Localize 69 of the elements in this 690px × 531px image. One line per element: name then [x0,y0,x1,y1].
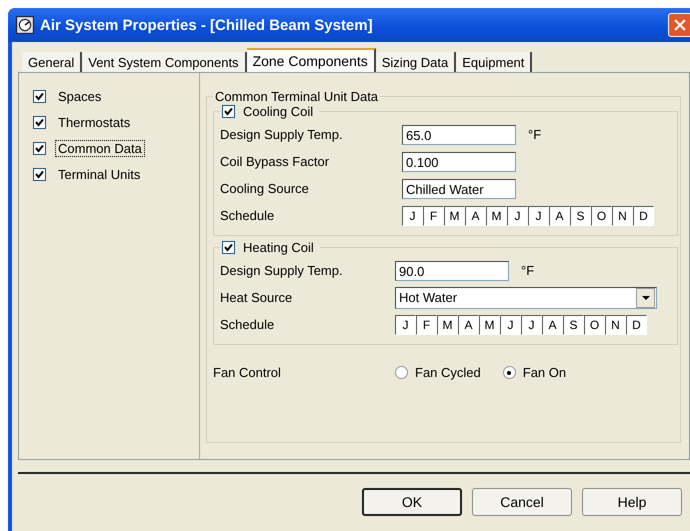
window-title: Air System Properties - [Chilled Beam System] [40,16,374,34]
dropdown[interactable]: Hot Water [395,286,657,308]
tab[interactable]: Vent System Components [82,52,247,72]
month-toggle[interactable]: M [486,206,507,226]
checkbox[interactable] [33,168,46,180]
field-label: Heat Source [220,290,294,305]
unit-label: °F [528,127,542,142]
month-toggle[interactable]: A [465,206,486,226]
checkbox[interactable] [222,241,235,254]
tab[interactable]: Sizing Data [376,52,456,72]
checkbox[interactable] [33,116,46,128]
group-title: Common Terminal Unit Data [214,89,380,104]
month-toggle[interactable]: M [444,206,465,226]
list-item[interactable]: Thermostats [55,114,134,130]
month-toggle[interactable]: J [402,206,423,226]
month-toggle[interactable]: O [584,314,605,334]
month-toggle[interactable]: S [570,206,591,226]
field-label: Schedule [220,208,276,223]
tab[interactable]: Zone Components [246,48,376,72]
app-icon [16,16,34,34]
field-label: Schedule [220,317,276,332]
list-item[interactable]: Spaces [55,88,104,104]
month-toggle[interactable]: D [626,314,647,334]
unit-label: °F [521,263,534,278]
input-field[interactable]: Chilled Water [402,178,516,198]
month-toggle[interactable]: A [549,206,570,226]
month-toggle[interactable]: S [563,314,584,334]
checkbox-label: Cooling Coil [243,104,314,119]
month-toggle[interactable]: J [507,206,528,226]
month-toggle[interactable]: M [479,314,500,334]
input-field[interactable]: 65.0 [402,124,516,144]
close-icon [673,18,687,32]
month-toggle[interactable]: J [500,314,521,334]
list-item[interactable]: Common Data [55,140,145,156]
dialog-button[interactable]: Help [582,488,682,516]
radio-label: Fan On [522,365,566,380]
month-toggle[interactable]: D [633,206,654,226]
month-toggle[interactable]: A [458,314,479,334]
checkbox[interactable] [33,142,46,154]
close-button[interactable] [668,13,690,37]
tab[interactable]: General [22,52,82,72]
input-field[interactable]: 90.0 [395,260,509,280]
radio-button[interactable] [395,366,408,379]
input-field[interactable]: 0.100 [402,152,516,172]
field-label: Design Supply Temp. [220,127,344,142]
month-toggle[interactable]: N [605,314,626,334]
checkbox[interactable] [33,90,46,102]
field-label: Coil Bypass Factor [220,154,330,169]
month-toggle[interactable]: N [612,206,633,226]
month-toggle[interactable]: J [528,206,549,226]
field-label: Design Supply Temp. [220,263,344,278]
radio-label: Fan Cycled [415,365,481,380]
field-label: Fan Control [213,365,282,380]
list-item[interactable]: Terminal Units [55,166,144,182]
month-toggle[interactable]: J [521,314,542,334]
month-toggle[interactable]: F [423,206,444,226]
field-label: Cooling Source [220,181,310,196]
tab[interactable]: Equipment [456,52,532,72]
dialog-button[interactable]: OK [362,488,462,516]
month-toggle[interactable]: M [437,314,458,334]
radio-button[interactable] [502,366,516,379]
checkbox[interactable] [222,105,235,118]
month-toggle[interactable]: O [591,206,612,226]
dialog-button[interactable]: Cancel [472,488,572,516]
month-toggle[interactable]: J [395,314,416,334]
caret-icon [642,296,650,300]
month-toggle[interactable]: A [542,314,563,334]
month-toggle[interactable]: F [416,314,437,334]
checkbox-label: Heating Coil [243,240,314,255]
